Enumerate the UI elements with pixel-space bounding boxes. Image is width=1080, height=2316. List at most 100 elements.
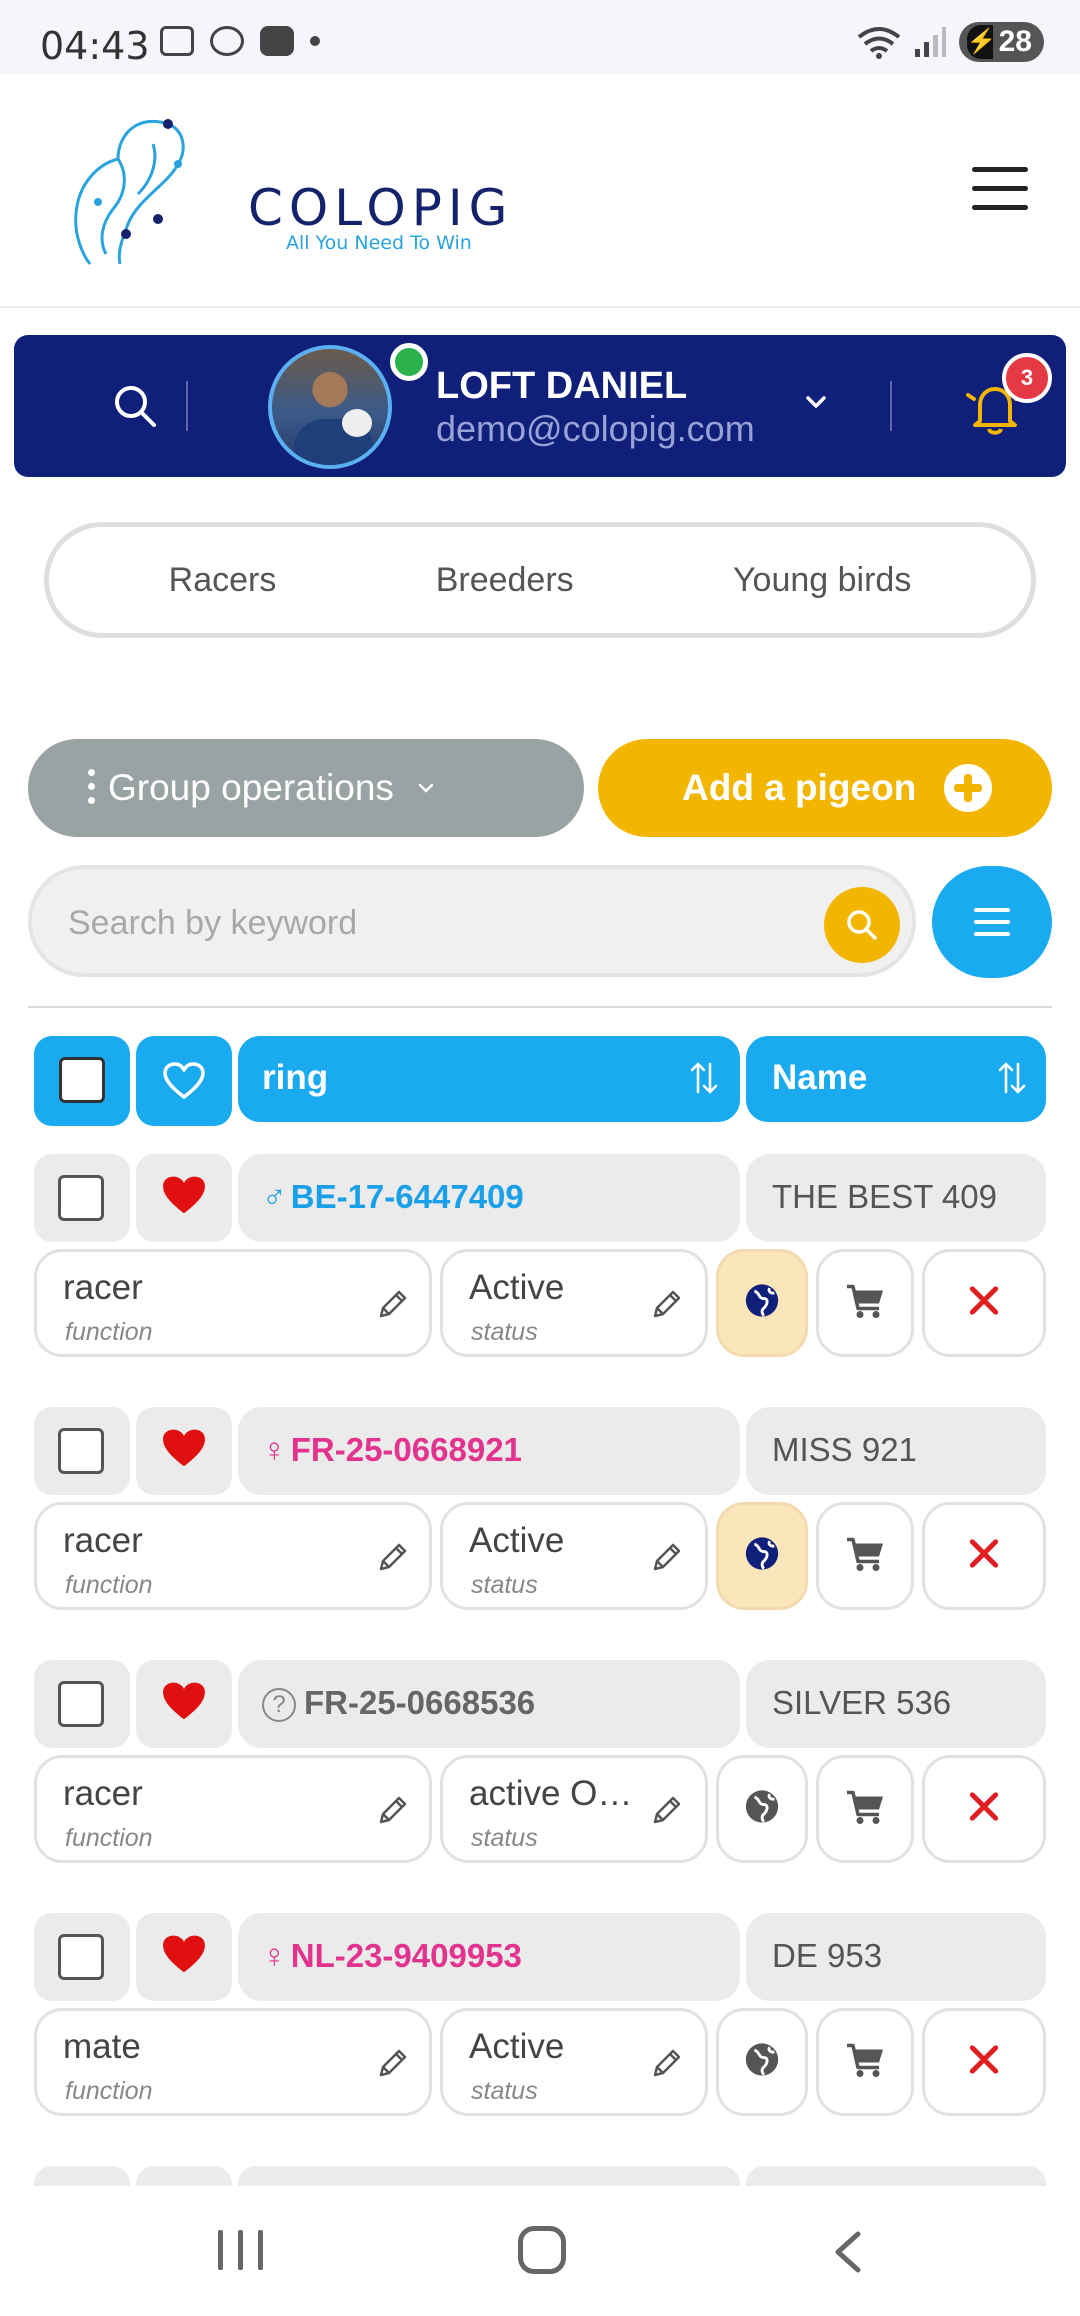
avatar-bird [342, 409, 372, 437]
ring-number-cell[interactable]: ♀ NL-23-9409953 [238, 1913, 740, 2001]
edit-pencil-icon[interactable] [373, 1537, 413, 1577]
status-field[interactable]: Active status [440, 2008, 708, 2116]
sell-cart-button[interactable] [816, 2008, 914, 2116]
edit-pencil-icon[interactable] [647, 1284, 687, 1324]
delete-button[interactable] [922, 1502, 1046, 1610]
ring-number-cell[interactable]: ♀ FR-25-0668921 [238, 1407, 740, 1495]
sell-cart-button[interactable] [816, 1755, 914, 1863]
chevron-down-icon[interactable] [798, 387, 834, 417]
heart-icon [161, 1428, 207, 1475]
checkbox-box [59, 1057, 105, 1103]
search-input[interactable] [68, 895, 808, 951]
hamburger-line [972, 186, 1028, 191]
user-name[interactable]: LOFT DANIEL [436, 365, 687, 408]
avatar[interactable] [268, 345, 392, 469]
function-value: racer [63, 1774, 143, 1813]
tab-young-birds[interactable]: Young birds [733, 561, 911, 600]
chevron-down-icon [418, 783, 434, 793]
close-icon [966, 1283, 1002, 1324]
back-button[interactable] [826, 2228, 870, 2276]
cart-icon [843, 1534, 887, 1579]
row-checkbox[interactable] [34, 1660, 130, 1748]
close-icon [966, 2042, 1002, 2083]
online-status-indicator [390, 343, 428, 381]
pigeon-name: MISS 921 [772, 1431, 917, 1468]
sell-cart-button[interactable] [816, 1249, 914, 1357]
add-pigeon-button[interactable]: Add a pigeon [598, 739, 1052, 837]
edit-pencil-icon[interactable] [647, 1790, 687, 1830]
home-button[interactable] [518, 2226, 566, 2274]
status-label: status [471, 1318, 538, 1346]
sort-icon [690, 1062, 718, 1094]
edit-pencil-icon[interactable] [373, 1284, 413, 1324]
separator [890, 381, 892, 431]
favorite-toggle[interactable] [136, 1913, 232, 2001]
function-field[interactable]: racer function [34, 1502, 432, 1610]
pigeon-name: SILVER 536 [772, 1684, 952, 1721]
select-all-checkbox[interactable] [34, 1036, 130, 1126]
favorite-toggle[interactable] [136, 1407, 232, 1495]
function-label: function [65, 1571, 153, 1599]
delete-button[interactable] [922, 2008, 1046, 2116]
edit-pencil-icon[interactable] [647, 1537, 687, 1577]
favorite-filter-button[interactable] [136, 1036, 232, 1126]
tab-breeders[interactable]: Breeders [436, 561, 574, 600]
row-checkbox[interactable] [34, 1913, 130, 2001]
ring-number-cell[interactable]: ♂ BE-17-6447409 [238, 1154, 740, 1242]
publish-globe-button[interactable] [716, 1755, 808, 1863]
publish-globe-button[interactable] [716, 1502, 808, 1610]
status-value: Active [469, 1521, 565, 1560]
search-submit-button[interactable] [824, 887, 900, 963]
user-email: demo@colopig.com [436, 408, 755, 449]
tab-racers[interactable]: Racers [169, 561, 277, 600]
heart-icon [161, 1934, 207, 1981]
hamburger-menu-button[interactable] [972, 167, 1028, 213]
sex-male-icon: ♂ [262, 1178, 287, 1215]
sell-cart-button[interactable] [816, 1502, 914, 1610]
publish-globe-button[interactable] [716, 1249, 808, 1357]
function-field[interactable]: racer function [34, 1755, 432, 1863]
edit-pencil-icon[interactable] [373, 1790, 413, 1830]
sex-unknown-icon: ? [262, 1688, 296, 1723]
sort-icon [998, 1062, 1026, 1094]
checkbox-box [58, 1175, 104, 1221]
recent-apps-button[interactable] [216, 2230, 266, 2274]
pigeon-name-cell[interactable]: DE 953 [746, 1913, 1046, 2001]
column-header-ring[interactable]: ring [238, 1036, 740, 1122]
status-field[interactable]: Active status [440, 1502, 708, 1610]
ring-number: FR-25-0668921 [290, 1431, 522, 1468]
ring-number-cell[interactable]: ? FR-25-0668536 [238, 1660, 740, 1748]
function-label: function [65, 2077, 153, 2105]
search-icon[interactable] [110, 381, 160, 431]
row-checkbox[interactable] [34, 1154, 130, 1242]
brand-logo[interactable]: COLOPIG All You Need To Win [58, 104, 507, 274]
list-menu-button[interactable] [932, 866, 1052, 978]
favorite-toggle[interactable] [136, 1154, 232, 1242]
edit-pencil-icon[interactable] [373, 2043, 413, 2083]
group-operations-button[interactable]: Group operations [28, 739, 584, 837]
brand-name: COLOPIG [248, 179, 514, 237]
function-field[interactable]: mate function [34, 2008, 432, 2116]
status-time: 04:43 [40, 24, 150, 68]
function-field[interactable]: racer function [34, 1249, 432, 1357]
plus-circle-icon [944, 764, 992, 812]
row-checkbox[interactable] [34, 1407, 130, 1495]
recent-apps-line [238, 2230, 243, 2270]
status-field[interactable]: active OL... status [440, 1755, 708, 1863]
publish-globe-button[interactable] [716, 2008, 808, 2116]
edit-pencil-icon[interactable] [647, 2043, 687, 2083]
brand-tagline: All You Need To Win [286, 232, 472, 254]
battery-level: 28 [998, 25, 1032, 58]
delete-button[interactable] [922, 1249, 1046, 1357]
pigeon-name-cell[interactable]: MISS 921 [746, 1407, 1046, 1495]
sex-female-icon: ♀ [262, 1431, 287, 1468]
status-field[interactable]: Active status [440, 1249, 708, 1357]
apps-icon [210, 26, 244, 56]
column-header-name[interactable]: Name [746, 1036, 1046, 1122]
app-header: COLOPIG All You Need To Win [0, 74, 1080, 308]
delete-button[interactable] [922, 1755, 1046, 1863]
favorite-toggle[interactable] [136, 1660, 232, 1748]
pigeon-name-cell[interactable]: SILVER 536 [746, 1660, 1046, 1748]
list-icon [974, 908, 1010, 912]
pigeon-name-cell[interactable]: THE BEST 409 [746, 1154, 1046, 1242]
